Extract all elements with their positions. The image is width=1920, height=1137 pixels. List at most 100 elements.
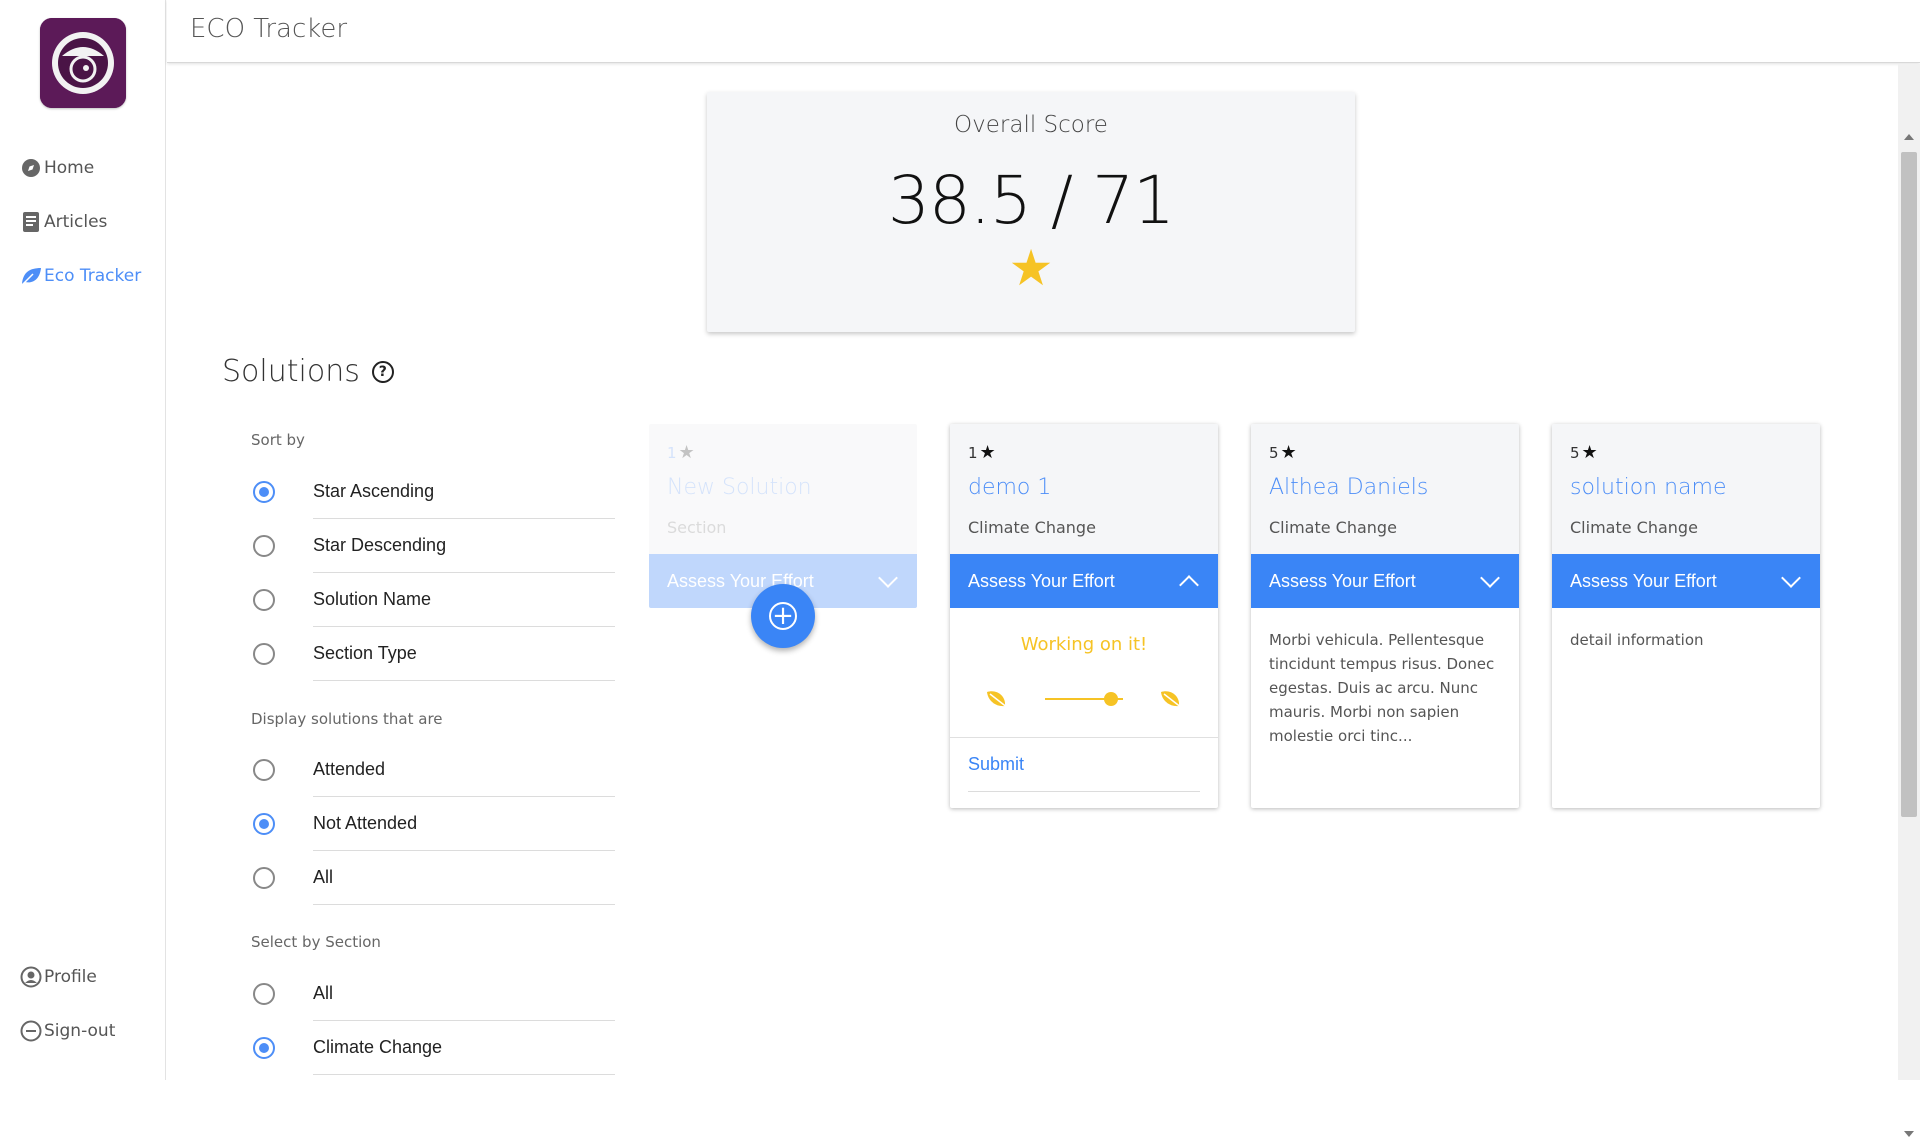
scrollbar[interactable] (1898, 64, 1920, 1137)
card-section: Section (667, 518, 727, 537)
add-solution-button[interactable]: + (751, 584, 815, 648)
sidebar: Home Articles Eco Tracker Profile Sign-o… (0, 0, 166, 1080)
help-icon[interactable]: ? (371, 360, 394, 383)
radio-star-ascending[interactable]: Star Ascending (253, 465, 615, 519)
display-label: Display solutions that are (251, 710, 443, 728)
radio-label: All (313, 967, 615, 1021)
card-description: Morbi vehicula. Pellentesque tincidunt t… (1269, 631, 1495, 745)
user-circle-icon (20, 966, 42, 988)
effort-slider[interactable] (968, 685, 1200, 715)
radio-section-all[interactable]: All (253, 967, 615, 1021)
radio-button[interactable] (253, 759, 275, 781)
effort-status: Working on it! (1020, 634, 1148, 655)
sidebar-item-home[interactable]: Home (20, 153, 94, 183)
chevron-up-icon (1179, 575, 1199, 595)
card-section: Climate Change (1570, 518, 1698, 537)
assess-effort-button[interactable]: Assess Your Effort (950, 554, 1218, 608)
solution-card[interactable]: 5 ★ Althea Daniels Climate Change Assess … (1251, 424, 1519, 808)
sidebar-item-label: Articles (44, 212, 108, 232)
card-header: 5 ★ solution name Climate Change (1552, 424, 1820, 554)
star-icon: ★ (1008, 240, 1054, 296)
scrollbar-thumb[interactable] (1901, 152, 1917, 817)
solutions-title: Solutions (222, 354, 360, 389)
card-stars: 1 ★ (968, 442, 1200, 463)
card-title: New Solution (667, 475, 812, 500)
radio-label: Not Attended (313, 797, 615, 851)
submit-area: Submit (950, 737, 1218, 792)
section-label: Select by Section (251, 933, 381, 951)
sidebar-item-sign-out[interactable]: Sign-out (20, 1016, 115, 1046)
radio-label: Star Ascending (313, 465, 615, 519)
score-value: 38.5 / 71 (887, 162, 1175, 239)
radio-solution-name[interactable]: Solution Name (253, 573, 615, 627)
card-header: 5 ★ Althea Daniels Climate Change (1251, 424, 1519, 554)
sidebar-item-label: Sign-out (44, 1021, 116, 1041)
star-icon: ★ (1581, 442, 1598, 463)
chevron-down-icon (1781, 568, 1801, 588)
document-icon (20, 211, 42, 233)
star-icon: ★ (979, 442, 996, 463)
sidebar-item-profile[interactable]: Profile (20, 962, 97, 992)
leaf-icon (984, 687, 1010, 709)
radio-attended[interactable]: Attended (253, 743, 615, 797)
radio-star-descending[interactable]: Star Descending (253, 519, 615, 573)
card-header: 1 ★ demo 1 Climate Change (950, 424, 1218, 554)
radio-not-attended[interactable]: Not Attended (253, 797, 615, 851)
radio-button[interactable] (253, 1037, 275, 1059)
page-title: ECO Tracker (190, 14, 348, 44)
star-count: 5 (1269, 443, 1279, 462)
radio-display-all[interactable]: All (253, 851, 615, 905)
radio-button[interactable] (253, 813, 275, 835)
star-icon: ★ (1280, 442, 1297, 463)
star-count: 1 (667, 443, 677, 462)
star-icon: ★ (678, 442, 695, 463)
card-stars: 5 ★ (1269, 442, 1501, 463)
star-count: 1 (968, 443, 978, 462)
new-solution-card[interactable]: 1 ★ New Solution Section Assess Your Effo… (649, 424, 917, 608)
sort-by-label: Sort by (251, 431, 305, 449)
card-title: solution name (1570, 475, 1727, 500)
solution-card[interactable]: 1 ★ demo 1 Climate Change Assess Your Eff… (950, 424, 1218, 808)
top-bar: ECO Tracker (167, 0, 1920, 63)
radio-button[interactable] (253, 589, 275, 611)
radio-button[interactable] (253, 983, 275, 1005)
sidebar-item-label: Home (44, 158, 95, 178)
radio-label: Solution Name (313, 573, 615, 627)
chevron-down-icon (878, 568, 898, 588)
radio-label: Climate Change (313, 1021, 615, 1075)
app-logo[interactable] (40, 18, 126, 108)
scroll-up-icon[interactable] (1904, 134, 1914, 140)
card-title: Althea Daniels (1269, 475, 1429, 500)
radio-section-type[interactable]: Section Type (253, 627, 615, 681)
star-count: 5 (1570, 443, 1580, 462)
radio-label: Star Descending (313, 519, 615, 573)
card-section: Climate Change (1269, 518, 1397, 537)
card-description: detail information (1570, 631, 1704, 649)
radio-button[interactable] (253, 481, 275, 503)
scroll-down-icon[interactable] (1904, 1131, 1914, 1137)
assess-effort-label: Assess Your Effort (1570, 570, 1717, 591)
radio-label: All (313, 851, 615, 905)
sidebar-item-articles[interactable]: Articles (20, 207, 107, 237)
radio-label: Section Type (313, 627, 615, 681)
minus-circle-icon (20, 1020, 42, 1042)
card-header: 1 ★ New Solution Section (649, 424, 917, 554)
assess-effort-label: Assess Your Effort (1269, 570, 1416, 591)
overall-score-card: Overall Score 38.5 / 71 ★ (707, 92, 1355, 332)
radio-button[interactable] (253, 867, 275, 889)
card-stars: 1 ★ (667, 442, 899, 463)
assess-effort-button[interactable]: Assess Your Effort (1251, 554, 1519, 608)
submit-button[interactable]: Submit (968, 738, 1200, 792)
leaf-icon (20, 265, 42, 287)
assess-effort-button[interactable]: Assess Your Effort (1552, 554, 1820, 608)
radio-button[interactable] (253, 535, 275, 557)
slider-thumb[interactable] (1104, 692, 1118, 706)
card-stars: 5 ★ (1570, 442, 1802, 463)
card-section: Climate Change (968, 518, 1096, 537)
radio-button[interactable] (253, 643, 275, 665)
solution-card[interactable]: 5 ★ solution name Climate Change Assess Y… (1552, 424, 1820, 808)
sidebar-item-eco-tracker[interactable]: Eco Tracker (20, 261, 141, 291)
compass-icon (20, 157, 42, 179)
radio-climate-change[interactable]: Climate Change (253, 1021, 615, 1075)
sidebar-item-label: Eco Tracker (44, 266, 142, 286)
